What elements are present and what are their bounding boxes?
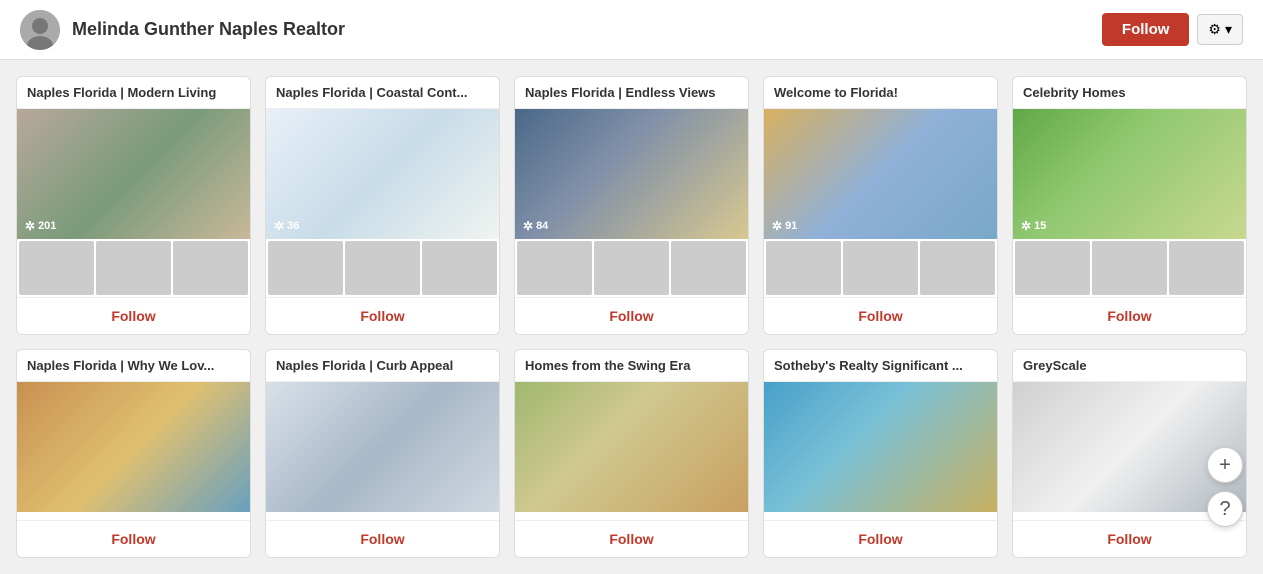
board-card-why-we-love: Naples Florida | Why We Lov... Follow: [16, 349, 251, 558]
thumbnail-welcome-florida-0[interactable]: [766, 241, 841, 295]
pin-icon: [25, 219, 35, 233]
board-card-swing-era: Homes from the Swing Era Follow: [514, 349, 749, 558]
board-main-image-endless-views[interactable]: 84: [515, 109, 748, 239]
header: Melinda Gunther Naples Realtor Follow ⚙ …: [0, 0, 1263, 60]
board-title-endless-views: Naples Florida | Endless Views: [515, 77, 748, 109]
board-card-celebrity-homes: Celebrity Homes 15 Follow: [1012, 76, 1247, 335]
pin-count-celebrity-homes: 15: [1021, 219, 1046, 233]
thumbnail-coastal-cont-2[interactable]: [422, 241, 497, 295]
board-card-curb-appeal: Naples Florida | Curb Appeal Follow: [265, 349, 500, 558]
thumbnail-endless-views-1[interactable]: [594, 241, 669, 295]
pin-count-endless-views: 84: [523, 219, 548, 233]
follow-button-welcome-florida[interactable]: Follow: [764, 297, 997, 334]
board-title-welcome-florida: Welcome to Florida!: [764, 77, 997, 109]
header-actions: Follow ⚙ ▾: [1102, 13, 1243, 46]
add-button[interactable]: +: [1207, 447, 1243, 483]
board-title-greyscale: GreyScale: [1013, 350, 1246, 382]
pin-icon: [772, 219, 782, 233]
settings-button[interactable]: ⚙ ▾: [1197, 14, 1243, 45]
board-thumbnails-celebrity-homes: [1013, 239, 1246, 297]
board-title-celebrity-homes: Celebrity Homes: [1013, 77, 1246, 109]
boards-grid: Naples Florida | Modern Living 201 Follow…: [0, 60, 1263, 574]
pin-count-welcome-florida: 91: [772, 219, 797, 233]
thumbnail-welcome-florida-2[interactable]: [920, 241, 995, 295]
follow-button-sotheby[interactable]: Follow: [764, 520, 997, 557]
board-main-image-why-we-love[interactable]: [17, 382, 250, 512]
follow-header-button[interactable]: Follow: [1102, 13, 1190, 46]
pin-count-coastal-cont: 36: [274, 219, 299, 233]
thumbnail-modern-living-2[interactable]: [173, 241, 248, 295]
board-main-image-celebrity-homes[interactable]: 15: [1013, 109, 1246, 239]
board-card-endless-views: Naples Florida | Endless Views 84 Follow: [514, 76, 749, 335]
pin-icon: [523, 219, 533, 233]
thumbnail-celebrity-homes-2[interactable]: [1169, 241, 1244, 295]
board-title-swing-era: Homes from the Swing Era: [515, 350, 748, 382]
board-main-image-swing-era[interactable]: [515, 382, 748, 512]
board-thumbnails-welcome-florida: [764, 239, 997, 297]
board-main-image-curb-appeal[interactable]: [266, 382, 499, 512]
chevron-down-icon: ▾: [1225, 21, 1232, 38]
follow-button-swing-era[interactable]: Follow: [515, 520, 748, 557]
pin-count-modern-living: 201: [25, 219, 56, 233]
board-thumbnails-endless-views: [515, 239, 748, 297]
board-title-curb-appeal: Naples Florida | Curb Appeal: [266, 350, 499, 382]
page-title: Melinda Gunther Naples Realtor: [72, 19, 1102, 40]
help-button[interactable]: ?: [1207, 491, 1243, 527]
board-title-coastal-cont: Naples Florida | Coastal Cont...: [266, 77, 499, 109]
board-title-sotheby: Sotheby's Realty Significant ...: [764, 350, 997, 382]
board-title-why-we-love: Naples Florida | Why We Lov...: [17, 350, 250, 382]
thumbnail-welcome-florida-1[interactable]: [843, 241, 918, 295]
thumbnail-endless-views-0[interactable]: [517, 241, 592, 295]
board-main-image-modern-living[interactable]: 201: [17, 109, 250, 239]
board-thumbnails-coastal-cont: [266, 239, 499, 297]
board-main-image-sotheby[interactable]: [764, 382, 997, 512]
thumbnail-celebrity-homes-0[interactable]: [1015, 241, 1090, 295]
thumbnail-celebrity-homes-1[interactable]: [1092, 241, 1167, 295]
avatar: [20, 10, 60, 50]
board-card-modern-living: Naples Florida | Modern Living 201 Follow: [16, 76, 251, 335]
pin-icon: [274, 219, 284, 233]
gear-icon: ⚙: [1208, 21, 1221, 38]
float-buttons: + ?: [1207, 447, 1243, 527]
thumbnail-endless-views-2[interactable]: [671, 241, 746, 295]
follow-button-why-we-love[interactable]: Follow: [17, 520, 250, 557]
follow-button-endless-views[interactable]: Follow: [515, 297, 748, 334]
follow-button-celebrity-homes[interactable]: Follow: [1013, 297, 1246, 334]
board-main-image-coastal-cont[interactable]: 36: [266, 109, 499, 239]
follow-button-coastal-cont[interactable]: Follow: [266, 297, 499, 334]
board-card-coastal-cont: Naples Florida | Coastal Cont... 36 Follo…: [265, 76, 500, 335]
follow-button-curb-appeal[interactable]: Follow: [266, 520, 499, 557]
thumbnail-coastal-cont-0[interactable]: [268, 241, 343, 295]
board-card-welcome-florida: Welcome to Florida! 91 Follow: [763, 76, 998, 335]
board-title-modern-living: Naples Florida | Modern Living: [17, 77, 250, 109]
thumbnail-modern-living-0[interactable]: [19, 241, 94, 295]
board-main-image-welcome-florida[interactable]: 91: [764, 109, 997, 239]
board-card-sotheby: Sotheby's Realty Significant ... Follow: [763, 349, 998, 558]
pin-icon: [1021, 219, 1031, 233]
thumbnail-coastal-cont-1[interactable]: [345, 241, 420, 295]
thumbnail-modern-living-1[interactable]: [96, 241, 171, 295]
follow-button-modern-living[interactable]: Follow: [17, 297, 250, 334]
board-thumbnails-modern-living: [17, 239, 250, 297]
